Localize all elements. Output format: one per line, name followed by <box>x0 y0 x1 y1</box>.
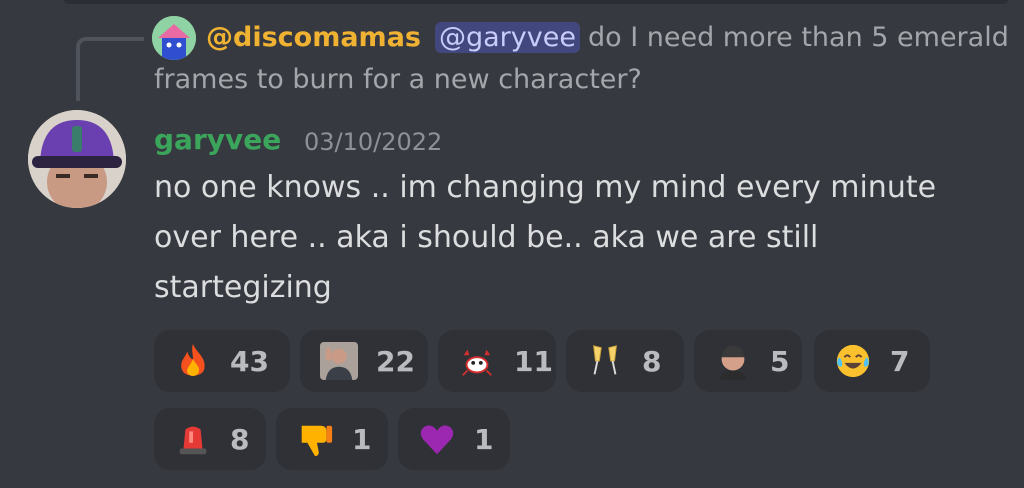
reaction-count: 22 <box>376 344 415 378</box>
reaction-purple-heart[interactable]: 1 <box>398 408 510 470</box>
crab-icon <box>462 349 492 376</box>
reaction-count: 1 <box>352 422 372 456</box>
reply-connector-line <box>76 37 144 101</box>
reaction-count: 43 <box>230 344 269 378</box>
message-line-2: over here .. aka i should be.. aka we ar… <box>154 220 819 255</box>
reply-preview[interactable]: @discomamas @garyvee do I need more than 5… <box>206 18 1009 58</box>
reaction-thumbs-down[interactable]: 1 <box>276 408 388 470</box>
garyvee-face-icon <box>719 345 747 380</box>
tears-of-joy-icon <box>836 344 870 378</box>
message-author-name[interactable]: garyvee <box>154 120 281 160</box>
reaction-champagne[interactable]: 8 <box>566 330 684 392</box>
reaction-count: 5 <box>770 344 790 378</box>
garyvee-avatar-icon <box>28 110 126 208</box>
reply-author-name[interactable]: @discomamas <box>206 22 421 53</box>
reaction-count: 1 <box>474 422 494 456</box>
reaction-tears-of-joy[interactable]: 7 <box>814 330 930 392</box>
champagne-glasses-icon <box>593 345 617 375</box>
police-light-icon <box>179 426 207 455</box>
reaction-police-light[interactable]: 8 <box>154 408 266 470</box>
reply-text-line1: do I need more than 5 emerald <box>587 22 1009 53</box>
reaction-garyvee-face[interactable]: 5 <box>694 330 802 392</box>
message-timestamp[interactable]: 03/10/2022 <box>304 122 442 162</box>
reply-text-line2: frames to burn for a new character? <box>154 64 642 95</box>
reply-author-avatar[interactable] <box>152 16 196 60</box>
person-face-icon <box>320 342 358 380</box>
mention-garyvee[interactable]: @garyvee <box>435 22 580 53</box>
reaction-person-face[interactable]: 22 <box>300 330 428 392</box>
purple-heart-icon <box>420 425 454 455</box>
reaction-count: 8 <box>642 344 662 378</box>
message-line-1: no one knows .. im changing my mind ever… <box>154 170 937 205</box>
previous-message-edge <box>64 0 1008 4</box>
reaction-count: 11 <box>514 344 553 378</box>
thumbs-down-icon <box>301 425 333 457</box>
author-avatar[interactable] <box>28 110 126 208</box>
reaction-count: 7 <box>890 344 910 378</box>
reaction-count: 8 <box>230 422 250 456</box>
fire-icon <box>181 343 205 376</box>
message-line-3: startegizing <box>154 270 332 305</box>
house-avatar-icon <box>152 16 196 60</box>
reaction-fire[interactable]: 43 <box>154 330 290 392</box>
reaction-crab[interactable]: 11 <box>438 330 556 392</box>
